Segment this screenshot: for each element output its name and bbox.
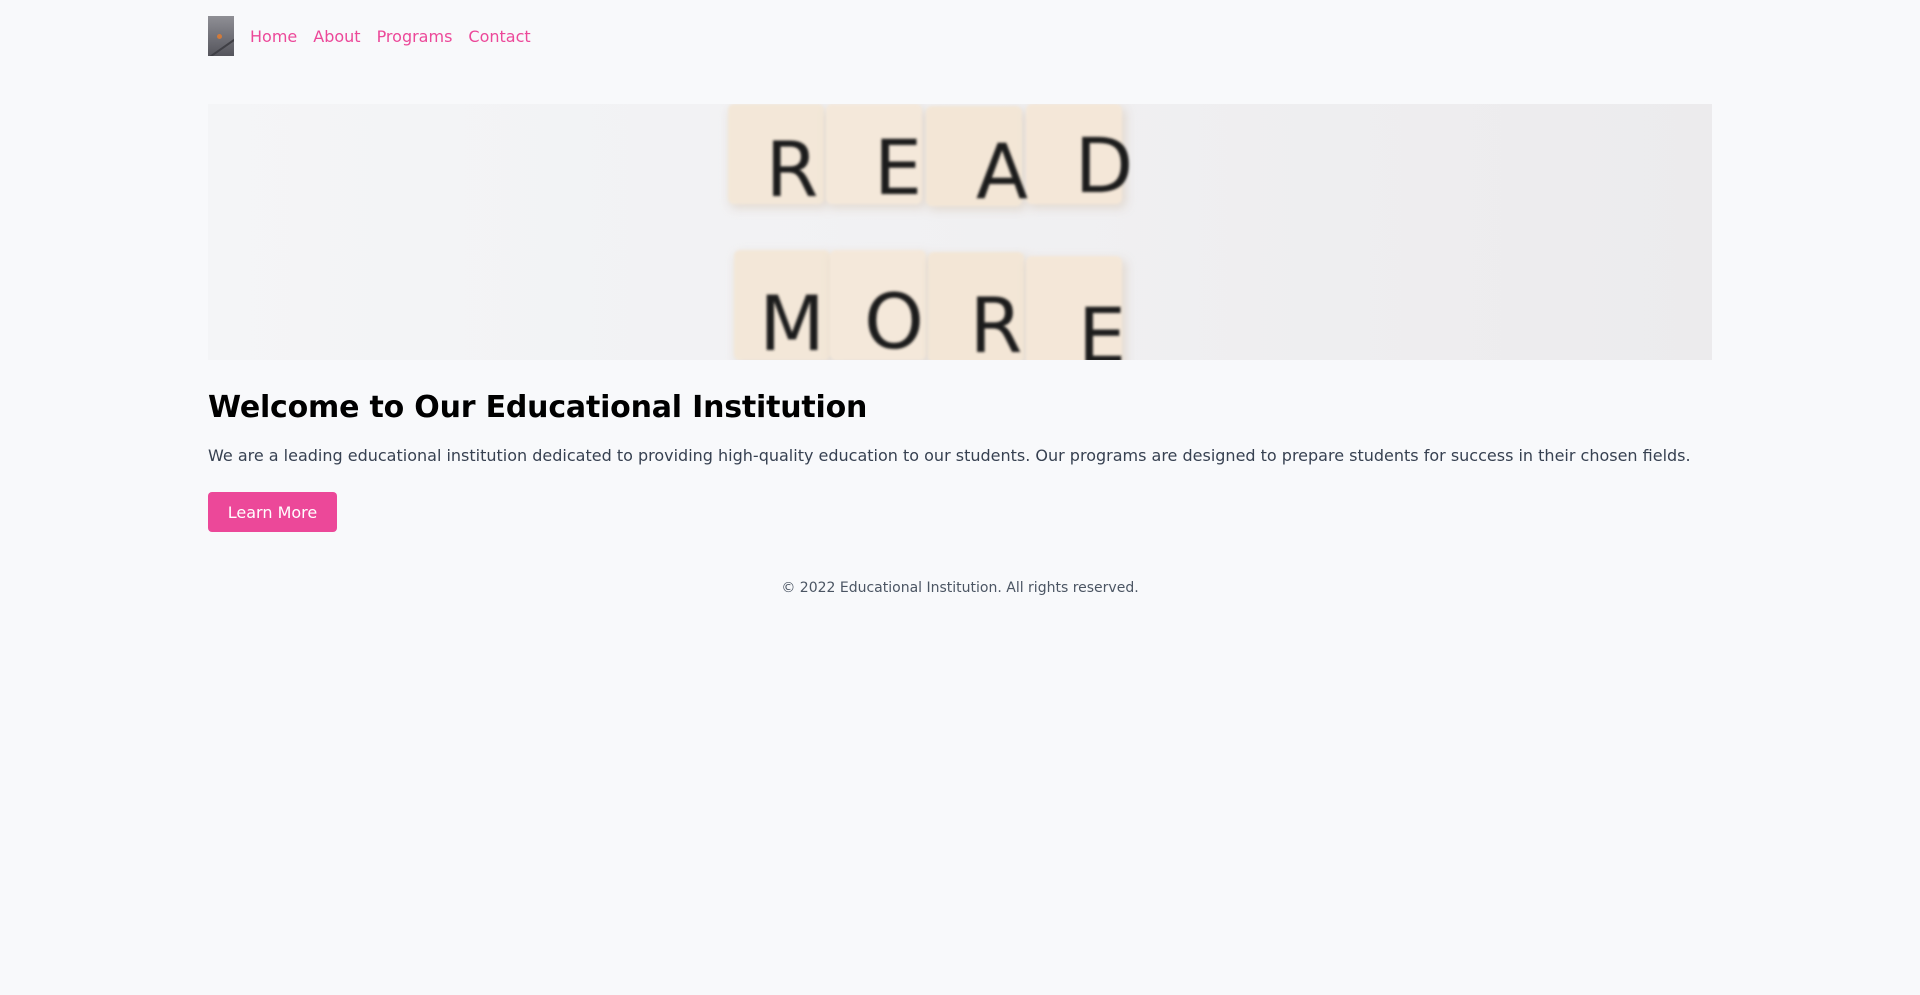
hero-image: R E A D M O R E: [208, 104, 1712, 360]
tile-letter: E: [1078, 291, 1126, 360]
top-nav: Home About Programs Contact: [208, 16, 547, 56]
page: Home About Programs Contact R E A D M O …: [0, 0, 1920, 995]
nav-link-contact[interactable]: Contact: [468, 27, 530, 46]
page-title: Welcome to Our Educational Institution: [208, 390, 868, 425]
tile-letter: A: [976, 127, 1028, 216]
tile-letter: R: [766, 125, 819, 214]
nav-link-home[interactable]: Home: [250, 27, 297, 46]
tile-letter: M: [759, 279, 825, 360]
nav-link-about[interactable]: About: [313, 27, 360, 46]
nav-links: Home About Programs Contact: [250, 27, 547, 46]
tile-letter: O: [864, 277, 924, 360]
learn-more-button[interactable]: Learn More: [208, 492, 337, 532]
tile-letter: E: [874, 123, 922, 212]
footer-copyright: © 2022 Educational Institution. All righ…: [781, 580, 1139, 596]
tile-letter: R: [970, 281, 1023, 360]
nav-link-programs[interactable]: Programs: [377, 27, 453, 46]
hero-illustration: R E A D M O R E: [728, 104, 1134, 360]
tile-letter: D: [1075, 121, 1134, 210]
logo-icon[interactable]: [208, 16, 234, 56]
intro-text: We are a leading educational institution…: [208, 446, 1691, 465]
